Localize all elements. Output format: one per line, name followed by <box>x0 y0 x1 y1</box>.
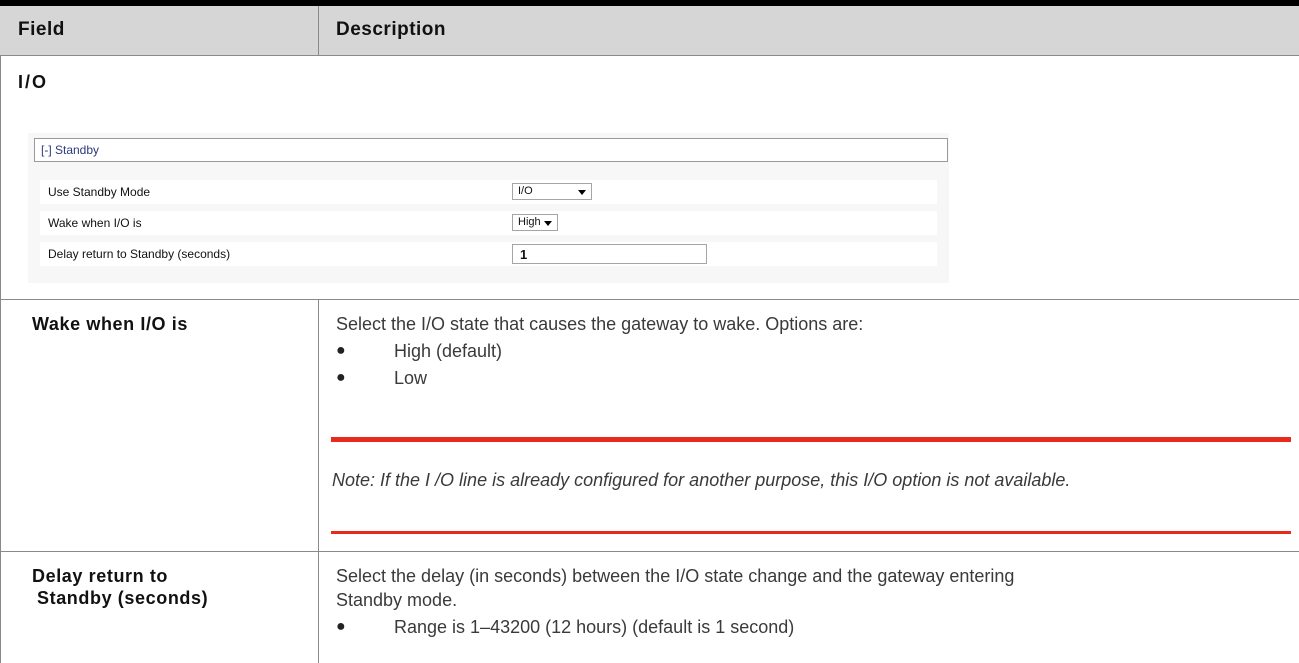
bullet-icon: ● <box>336 369 346 386</box>
wake-when-value: High <box>518 216 541 228</box>
field-delay-return-line1: Delay return to <box>32 566 169 586</box>
table-left-border <box>0 55 1 663</box>
delay-return-row: Delay return to Standby (seconds) 1 <box>40 242 937 266</box>
use-standby-mode-row: Use Standby Mode I/O <box>40 180 937 204</box>
delay-return-input[interactable]: 1 <box>512 244 707 264</box>
column-divider <box>318 300 319 551</box>
row-divider <box>0 551 1299 552</box>
wake-when-description: Select the I/O state that causes the gat… <box>336 314 864 334</box>
use-standby-mode-label: Use Standby Mode <box>48 185 151 199</box>
delay-description-line2: Standby mode. <box>336 590 458 610</box>
chevron-down-icon <box>578 190 586 195</box>
bullet-icon: ● <box>336 342 346 359</box>
field-delay-return: Delay return to Standby (seconds) <box>32 565 208 609</box>
io-note: Note: If the I /O line is already config… <box>332 470 1071 490</box>
field-delay-return-line2: Standby (seconds) <box>37 588 209 608</box>
wake-when-select[interactable]: High <box>512 214 558 231</box>
use-standby-mode-select[interactable]: I/O <box>512 183 592 200</box>
delay-return-label: Delay return to Standby (seconds) <box>48 247 231 261</box>
chevron-down-icon <box>544 221 552 226</box>
header-divider <box>318 6 319 55</box>
delay-return-value: 1 <box>520 247 528 262</box>
wake-when-row: Wake when I/O is High <box>40 211 937 235</box>
field-wake-when: Wake when I/O is <box>32 314 188 334</box>
note-top-rule <box>331 437 1291 442</box>
header-field: Field <box>18 19 65 40</box>
use-standby-mode-value: I/O <box>518 185 533 197</box>
standby-panel-header[interactable]: [-] Standby <box>34 138 948 162</box>
standby-panel-title: [-] Standby <box>41 143 100 157</box>
bullet-icon: ● <box>336 618 346 635</box>
section-title: I/O <box>18 72 49 92</box>
note-bottom-rule <box>331 531 1291 534</box>
delay-description-line1: Select the delay (in seconds) between th… <box>336 566 1015 586</box>
section-divider <box>0 299 1299 300</box>
column-divider <box>318 552 319 663</box>
table-header-row: Field Description <box>0 6 1299 56</box>
header-description: Description <box>336 19 447 40</box>
standby-settings-screenshot: [-] Standby Use Standby Mode I/O Wake wh… <box>28 133 949 283</box>
wake-when-label: Wake when I/O is <box>48 216 142 230</box>
